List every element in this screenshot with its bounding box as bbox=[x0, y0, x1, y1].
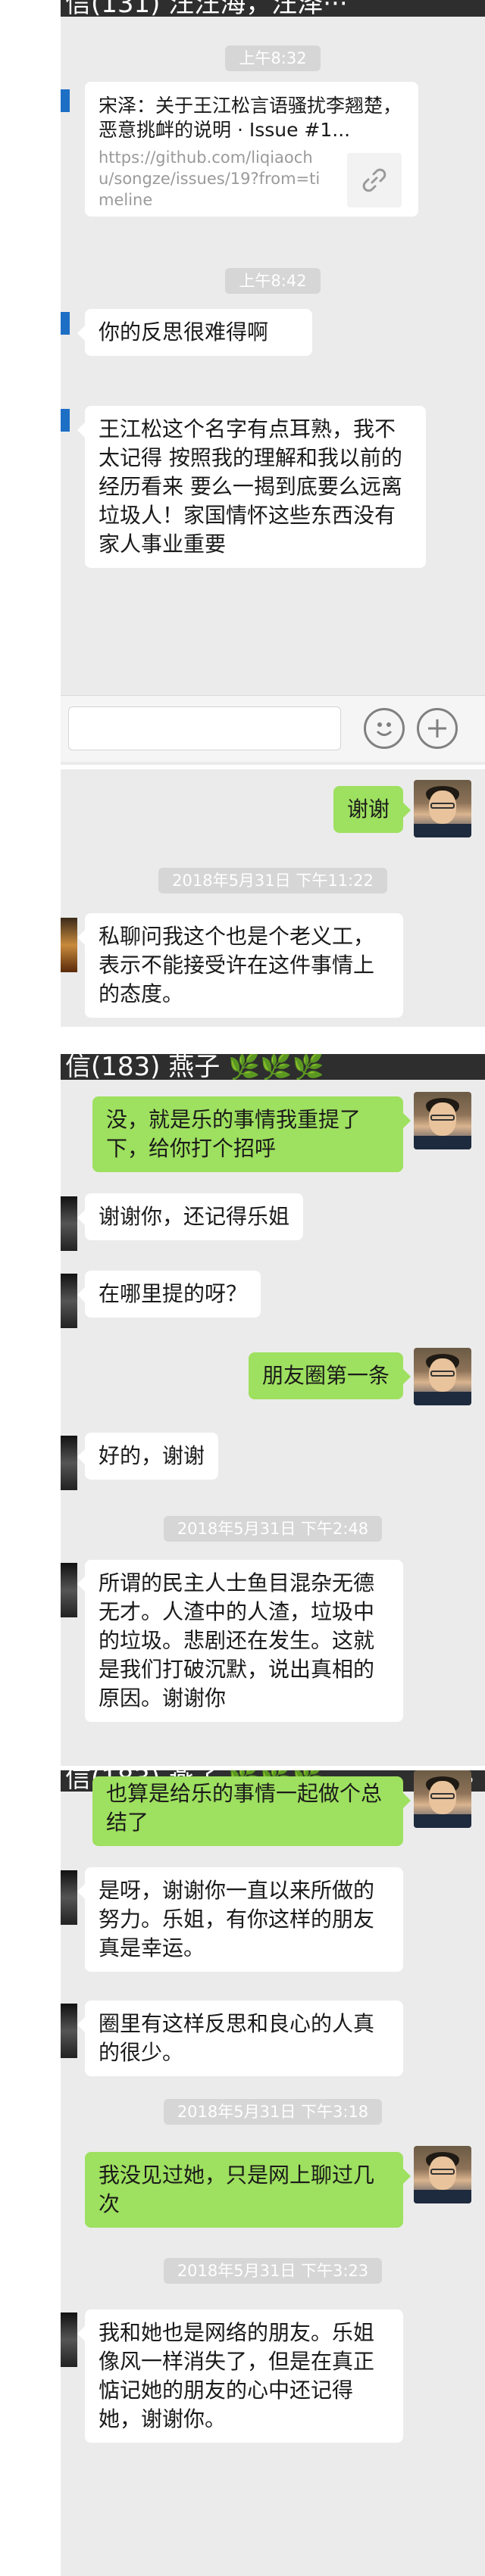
message-bubble: 所谓的民主人士鱼目混杂无德无才。人渣中的人渣，垃圾中的垃圾。悲剧还在发生。这就是… bbox=[77, 1560, 403, 1722]
sender-avatar bbox=[61, 1274, 77, 1328]
sender-avatar bbox=[61, 1196, 77, 1251]
message-input[interactable] bbox=[68, 706, 341, 750]
message-bubble: 你的反思很难得啊 bbox=[77, 309, 312, 356]
message-bubble: 我没见过她，只是网上聊过几次 bbox=[85, 2152, 411, 2228]
avatar bbox=[414, 1770, 471, 1828]
sender-avatar bbox=[61, 1563, 77, 1617]
sender-avatar bbox=[61, 918, 77, 972]
message-bubble: 谢谢你，还记得乐姐 bbox=[77, 1193, 304, 1240]
message-bubble: 圈里有这样反思和良心的人真的很少。 bbox=[77, 2001, 403, 2076]
sender-avatar bbox=[61, 312, 70, 335]
message-bubble: 谢谢 bbox=[333, 786, 411, 833]
chat-screenshot-3: 信(183) 燕子 🌿🌿🌿 没，就是乐的事情我重提了下，给你打个招呼 谢谢你，还… bbox=[61, 1054, 485, 1766]
avatar bbox=[414, 2146, 471, 2203]
message-bubble: 私聊问我这个也是个老义工，表示不能接受许在这件事情上的态度。 bbox=[77, 913, 403, 1018]
link-card[interactable]: 宋泽：关于王江松言语骚扰李翘楚，恶意挑衅的说明 · Issue #1... ht… bbox=[85, 82, 418, 217]
timestamp: 上午8:32 bbox=[61, 45, 485, 71]
sender-avatar bbox=[61, 409, 70, 432]
chat-screenshot-2: 谢谢 2018年5月31日 下午11:22 私聊问我这个也是个老义工，表示不能接… bbox=[61, 769, 485, 1027]
message-bubble: 在哪里提的呀？ bbox=[77, 1271, 261, 1318]
timestamp: 2018年5月31日 下午2:48 bbox=[61, 1516, 485, 1542]
sender-avatar bbox=[61, 89, 70, 112]
link-title: 宋泽：关于王江松言语骚扰李翘楚，恶意挑衅的说明 · Issue #1... bbox=[99, 95, 402, 141]
chat-header: 信(183) 燕子 🌿🌿🌿 bbox=[61, 1054, 485, 1080]
message-bubble: 好的，谢谢 bbox=[77, 1433, 219, 1480]
timestamp: 2018年5月31日 下午3:23 bbox=[61, 2258, 485, 2284]
link-url: https://github.com/liqiaochu/songze/issu… bbox=[99, 148, 321, 209]
avatar bbox=[414, 1092, 471, 1149]
sender-avatar bbox=[61, 1436, 77, 1490]
avatar bbox=[414, 780, 471, 837]
emoji-icon[interactable] bbox=[364, 708, 405, 749]
sender-avatar bbox=[61, 2312, 77, 2367]
message-bubble: 我和她也是网络的朋友。乐姐像风一样消失了，但是在真正惦记她的朋友的心中还记得她，… bbox=[77, 2309, 403, 2443]
message-bubble: 也算是给乐的事情一起做个总结了 bbox=[92, 1776, 411, 1846]
message-bubble: 是呀，谢谢你一直以来所做的努力。乐姐，有你这样的朋友真是幸运。 bbox=[77, 1867, 403, 1972]
sender-avatar bbox=[61, 1870, 77, 1925]
sender-avatar bbox=[61, 2004, 77, 2058]
avatar bbox=[414, 1348, 471, 1405]
input-bar bbox=[61, 695, 485, 762]
link-icon bbox=[347, 153, 402, 207]
plus-icon[interactable] bbox=[417, 708, 458, 749]
chat-screenshot-1: 信(131) 汪汪海，汪泽··· 上午8:32 宋泽：关于王江松言语骚扰李翘楚，… bbox=[61, 0, 485, 765]
message-bubble: 朋友圈第一条 bbox=[248, 1352, 411, 1399]
chat-screenshot-4: 信(183) 燕子 🌿🌿🌿 ••• 也算是给乐的事情一起做个总结了 是呀，谢谢你… bbox=[61, 1770, 485, 2576]
timestamp: 上午8:42 bbox=[61, 268, 485, 294]
timestamp: 2018年5月31日 下午11:22 bbox=[61, 868, 485, 893]
message-bubble: 王江松这个名字有点耳熟，我不太记得 按照我的理解和我以前的经历看来 要么一揭到底… bbox=[77, 406, 426, 568]
chat-header: 信(131) 汪汪海，汪泽··· bbox=[61, 0, 485, 17]
message-bubble: 没，就是乐的事情我重提了下，给你打个招呼 bbox=[92, 1096, 411, 1172]
timestamp: 2018年5月31日 下午3:18 bbox=[61, 2099, 485, 2125]
